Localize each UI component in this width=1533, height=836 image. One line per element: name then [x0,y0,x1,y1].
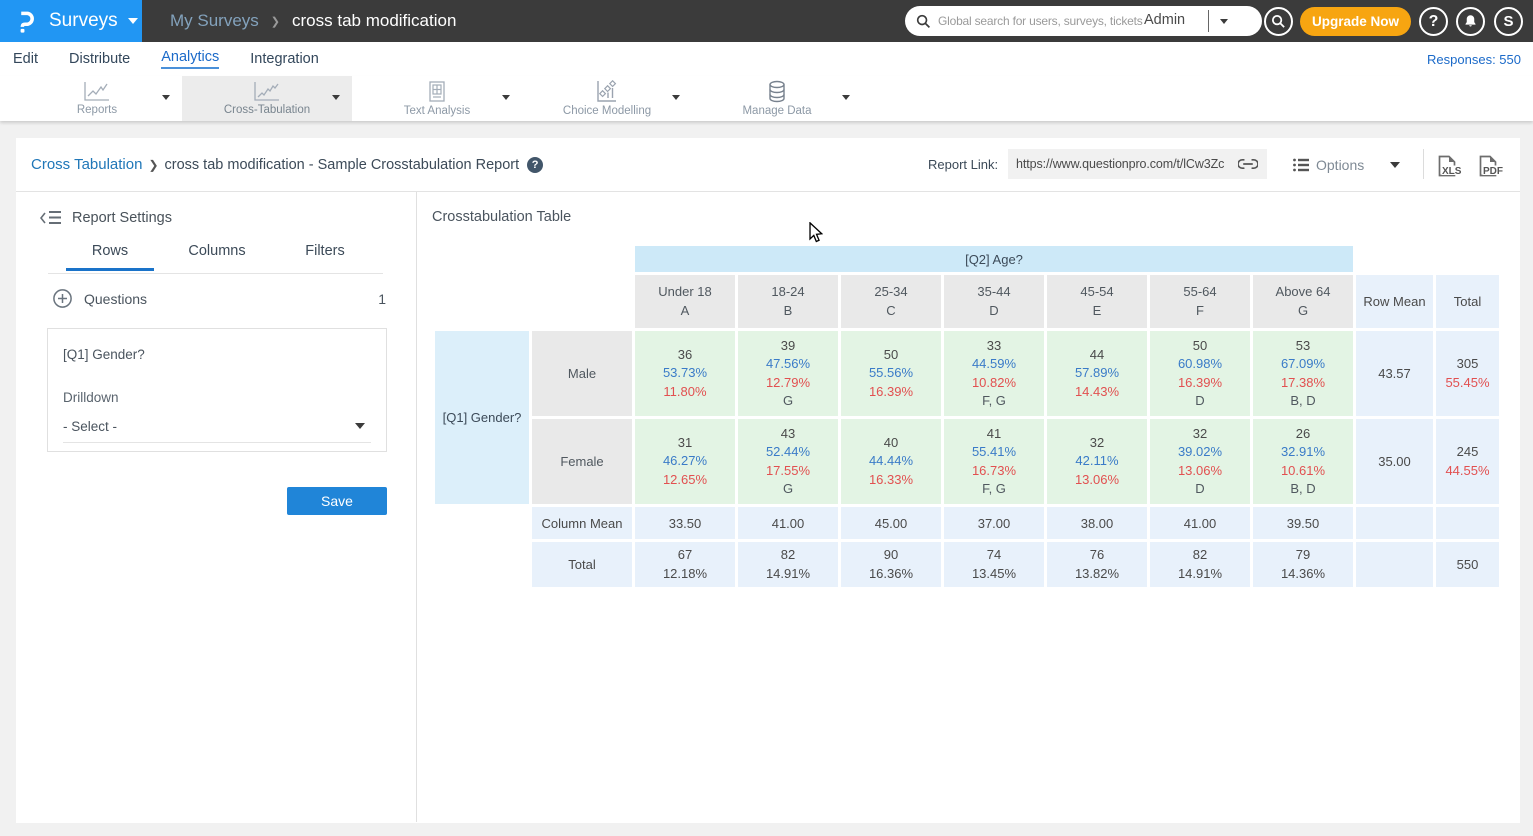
svg-text:XLS: XLS [1442,166,1462,177]
svg-text:PDF: PDF [1483,166,1503,177]
